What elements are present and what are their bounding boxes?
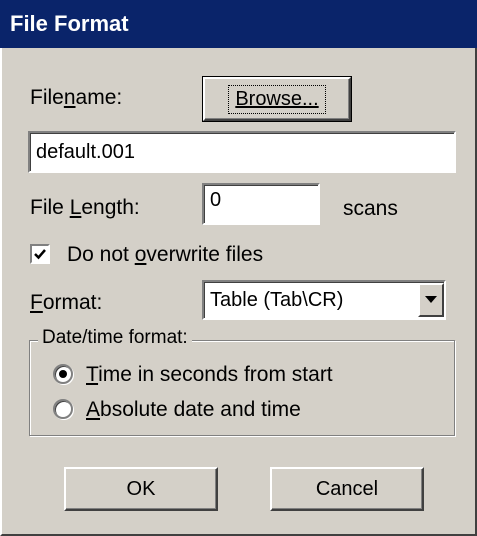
radio-absolute-date[interactable] [53, 399, 73, 419]
browse-button-label: Browse... [235, 87, 319, 110]
format-selected-value: Table (Tab\CR) [210, 288, 344, 311]
chevron-down-icon [425, 296, 437, 303]
datetime-legend: Date/time format: [38, 327, 192, 349]
checkmark-icon [34, 249, 46, 260]
file-length-value: 0 [210, 189, 222, 211]
format-label: Format: [30, 291, 103, 314]
overwrite-checkbox[interactable] [30, 244, 50, 264]
ok-button-label: OK [126, 477, 156, 500]
cancel-button-label: Cancel [315, 477, 379, 500]
radio-absolute-date-label[interactable]: Absolute date and time [86, 398, 301, 422]
format-dropdown-button[interactable] [418, 283, 444, 317]
radio-time-seconds-label[interactable]: Time in seconds from start [86, 363, 333, 387]
window-title: File Format [10, 11, 129, 36]
filename-label: Filename: [30, 86, 123, 109]
file-length-label: File Length: [30, 196, 140, 219]
cancel-button[interactable]: Cancel [270, 467, 424, 511]
browse-button[interactable]: Browse... [202, 76, 352, 122]
filename-value: default.001 [36, 140, 135, 163]
overwrite-label[interactable]: Do not overwrite files [67, 243, 263, 267]
filename-input[interactable]: default.001 [28, 131, 456, 173]
radio-time-seconds[interactable] [53, 364, 73, 384]
ok-button[interactable]: OK [64, 467, 218, 511]
radio-selected-dot [59, 370, 67, 378]
format-select[interactable]: Table (Tab\CR) [202, 280, 446, 320]
scans-unit-label: scans [343, 197, 398, 220]
file-length-input[interactable]: 0 [202, 183, 320, 225]
title-bar[interactable]: File Format [0, 0, 477, 48]
